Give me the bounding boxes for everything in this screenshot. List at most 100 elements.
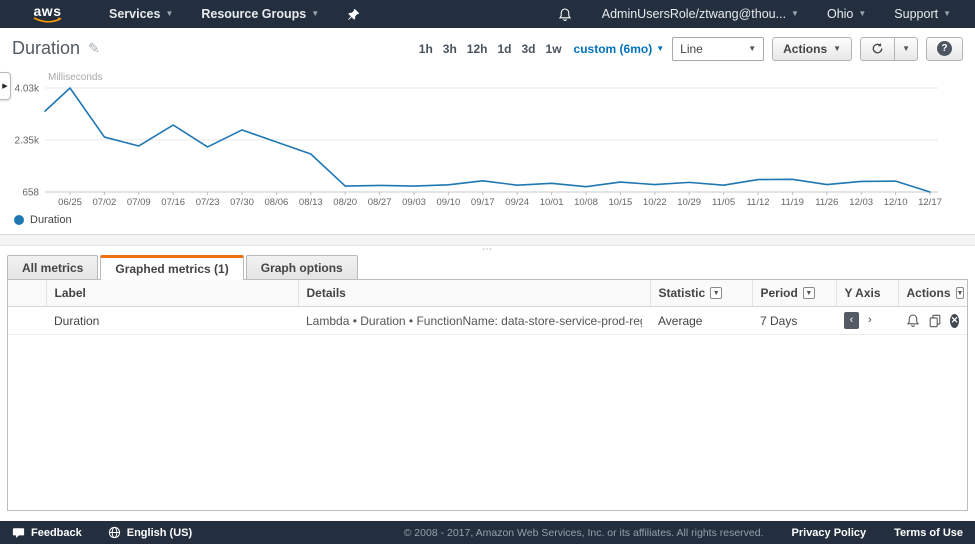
language-label: English (US) (127, 527, 192, 539)
time-range-1w[interactable]: 1w (546, 42, 562, 56)
aws-logo-text: aws (34, 5, 62, 17)
svg-text:07/23: 07/23 (196, 197, 220, 208)
actions-button[interactable]: Actions ▼ (772, 37, 852, 61)
metrics-table: Label Details Statistic▼ Period▼ Y Axis … (8, 280, 967, 335)
chart-legend[interactable]: Duration (0, 214, 975, 226)
privacy-policy-link[interactable]: Privacy Policy (792, 527, 867, 539)
statistic-dropdown-icon[interactable]: ▼ (710, 287, 722, 299)
metric-details-cell: Lambda • Duration • FunctionName: data-s… (298, 307, 650, 335)
edit-title-icon[interactable]: ✎ (88, 40, 100, 57)
chevron-down-icon: ▼ (833, 45, 841, 53)
column-actions-text: Actions (907, 286, 951, 300)
chart-type-select[interactable]: Line ▼ (672, 37, 764, 61)
duration-line-chart[interactable]: 4.03k2.35k658Milliseconds06/2507/0207/09… (0, 64, 955, 212)
page-title: Duration ✎ (12, 38, 100, 59)
footer-right-group: © 2008 - 2017, Amazon Web Services, Inc.… (404, 527, 963, 539)
refresh-split-button: ▼ (860, 37, 918, 61)
metric-swatch-cell (8, 307, 46, 335)
nav-pinned-shortcut[interactable] (333, 0, 374, 28)
svg-text:11/19: 11/19 (781, 197, 804, 208)
nav-user-menu[interactable]: AdminUsersRole/ztwang@thou... ▼ (588, 0, 813, 28)
svg-text:11/05: 11/05 (712, 197, 735, 208)
support-label: Support (894, 7, 938, 21)
pushpin-icon (347, 8, 360, 21)
custom-range-link[interactable]: custom (6mo) ▼ (574, 42, 665, 56)
refresh-options-button[interactable]: ▼ (895, 37, 918, 61)
legend-label: Duration (30, 214, 72, 226)
graph-title-bar: Duration ✎ 1h 3h 12h 1d 3d 1w custom (6m… (0, 28, 975, 64)
tab-graph-options[interactable]: Graph options (246, 255, 358, 279)
period-dropdown-icon[interactable]: ▼ (803, 287, 815, 299)
panel-resize-handle[interactable]: ⋯ (0, 246, 975, 254)
column-details: Details (298, 280, 650, 307)
duplicate-metric-button[interactable] (928, 314, 942, 328)
feedback-button[interactable]: Feedback (12, 527, 82, 539)
time-range-1d[interactable]: 1d (497, 42, 511, 56)
notifications-button[interactable] (542, 0, 588, 28)
svg-text:Milliseconds: Milliseconds (48, 72, 102, 83)
svg-text:10/01: 10/01 (540, 197, 564, 208)
time-range-3h[interactable]: 3h (443, 42, 457, 56)
expand-left-panel-button[interactable]: ▶ (0, 72, 11, 100)
y-axis-left-button[interactable]: ‹ (844, 312, 859, 329)
tab-graphed-metrics[interactable]: Graphed metrics (1) (100, 255, 243, 280)
table-header-row: Label Details Statistic▼ Period▼ Y Axis … (8, 280, 967, 307)
svg-text:10/08: 10/08 (574, 197, 598, 208)
nav-right-group: AdminUsersRole/ztwang@thou... ▼ Ohio ▼ S… (542, 0, 965, 28)
tab-all-metrics-label: All metrics (22, 261, 83, 275)
nav-services[interactable]: Services ▼ (95, 0, 187, 28)
nav-resource-groups[interactable]: Resource Groups ▼ (187, 0, 333, 28)
region-name: Ohio (827, 7, 853, 21)
globe-icon (108, 526, 121, 539)
svg-text:08/13: 08/13 (299, 197, 323, 208)
metric-period-cell[interactable]: 7 Days (752, 307, 836, 335)
y-axis-right-button[interactable]: › (862, 312, 877, 329)
svg-text:09/24: 09/24 (505, 197, 529, 208)
refresh-icon (871, 42, 884, 55)
cloudwatch-metrics-page: aws Services ▼ Resource Groups ▼ (0, 0, 975, 544)
metric-label: Duration (54, 314, 99, 328)
actions-label: Actions (783, 42, 827, 56)
bell-icon (558, 7, 572, 22)
svg-text:07/30: 07/30 (230, 197, 254, 208)
metric-statistic-cell[interactable]: Average (650, 307, 752, 335)
svg-text:11/26: 11/26 (815, 197, 838, 208)
help-button[interactable]: ? (926, 37, 963, 61)
tab-all-metrics[interactable]: All metrics (7, 255, 98, 279)
chevron-down-icon: ▼ (943, 10, 951, 18)
svg-text:4.03k: 4.03k (15, 84, 40, 95)
time-range-1h[interactable]: 1h (419, 42, 433, 56)
chevron-right-icon: ▶ (2, 82, 7, 90)
svg-text:08/27: 08/27 (368, 197, 392, 208)
copy-icon (928, 314, 942, 328)
feedback-label: Feedback (31, 527, 82, 539)
tab-graph-options-label: Graph options (261, 261, 343, 275)
actions-dropdown-icon[interactable]: ▼ (956, 287, 965, 299)
create-alarm-button[interactable] (906, 313, 920, 328)
metric-label-cell[interactable]: Duration (46, 307, 298, 335)
nav-region-menu[interactable]: Ohio ▼ (813, 0, 880, 28)
time-range-12h[interactable]: 12h (467, 42, 488, 56)
user-name: AdminUsersRole/ztwang@thou... (602, 7, 786, 21)
nav-support-menu[interactable]: Support ▼ (880, 0, 965, 28)
metric-statistic: Average (658, 314, 702, 328)
svg-text:658: 658 (22, 188, 39, 199)
remove-metric-button[interactable]: ✕ (950, 314, 959, 328)
metric-details: Lambda • Duration • FunctionName: data-s… (306, 314, 642, 328)
column-statistic-text: Statistic (659, 286, 706, 300)
bell-icon (906, 313, 920, 328)
language-button[interactable]: English (US) (108, 526, 192, 539)
time-range-3d[interactable]: 3d (522, 42, 536, 56)
chevron-down-icon: ▼ (311, 10, 319, 18)
aws-smile-icon (33, 17, 63, 24)
metric-row: Duration Lambda • Duration • FunctionNam… (8, 307, 967, 335)
svg-text:12/10: 12/10 (884, 197, 908, 208)
refresh-button[interactable] (860, 37, 895, 61)
nav-resource-groups-label: Resource Groups (201, 7, 306, 21)
svg-text:2.35k: 2.35k (15, 135, 40, 146)
svg-text:07/16: 07/16 (161, 197, 185, 208)
terms-of-use-link[interactable]: Terms of Use (894, 527, 963, 539)
svg-text:07/09: 07/09 (127, 197, 151, 208)
column-swatch (8, 280, 46, 307)
aws-logo[interactable]: aws (0, 5, 95, 24)
